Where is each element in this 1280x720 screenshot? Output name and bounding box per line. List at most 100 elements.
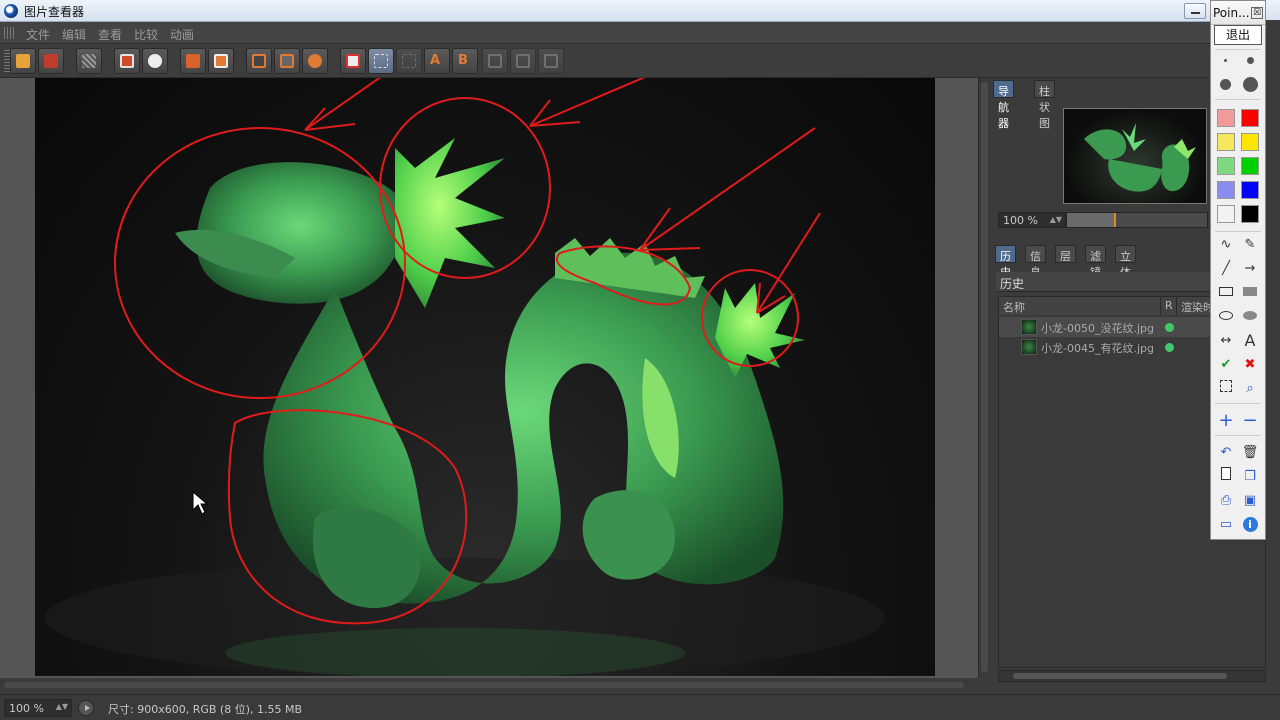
zoom-input[interactable]: 100 % ▲▼ [4,699,72,717]
layout-3-button[interactable] [538,48,564,74]
navigator-preview[interactable] [1063,108,1207,204]
render-region-button[interactable] [76,48,102,74]
color-swatch[interactable] [1241,181,1259,199]
color-swatch[interactable] [1217,181,1235,199]
rectangle-icon[interactable] [1215,283,1237,303]
image-viewport[interactable] [0,78,978,678]
panel-edge [1266,20,1280,694]
pen-size-m[interactable] [1215,75,1237,95]
spinner-icon[interactable]: ▲▼ [56,702,68,711]
tab-info[interactable]: 信息 [1025,245,1046,279]
scrollbar-thumb[interactable] [1013,673,1227,679]
color-swatch[interactable] [1217,157,1235,175]
b-to-button[interactable]: B [452,48,478,74]
paste-button[interactable] [208,48,234,74]
tab-stereo[interactable]: 立体 [1115,245,1136,279]
pen-size-l[interactable] [1239,75,1261,95]
arrow-icon[interactable]: → [1239,259,1261,279]
ab-icon [346,54,360,68]
column-name[interactable]: 名称 [999,297,1161,315]
eraser-icon[interactable]: ✎ [1239,235,1261,255]
viewer-vertical-scrollbar[interactable] [978,78,990,678]
save-button[interactable] [38,48,64,74]
new-page-icon[interactable] [1215,467,1237,487]
double-arrow-icon[interactable]: ↔ [1215,331,1237,351]
color-swatch[interactable] [1241,109,1259,127]
tab-history[interactable]: 历史 [995,245,1016,279]
navigator-zoom-slider[interactable] [1066,212,1208,228]
menu-file[interactable]: 文件 [26,26,50,43]
navigator-zoom-input[interactable]: 100 % ▲▼ [998,212,1066,228]
color-swatch[interactable] [1217,205,1235,223]
color-swatch[interactable] [1241,157,1259,175]
color-swatch[interactable] [1241,133,1259,151]
screen-icon[interactable]: ▭ [1215,515,1237,535]
minimize-button[interactable] [1184,3,1206,19]
layout-2-icon [516,54,530,68]
palette-titlebar[interactable]: Poin... ☒ [1211,1,1265,25]
tab-layers[interactable]: 层 [1055,245,1076,263]
close-icon[interactable]: ☒ [1251,7,1263,19]
filled-ellipse-icon[interactable] [1239,307,1261,327]
spinner-icon[interactable]: ▲▼ [1050,215,1062,224]
title-bar: 图片查看器 [0,0,1280,22]
pen-size-xs[interactable] [1215,51,1237,71]
dragon-illustration [45,78,885,676]
palette-title: Poin... [1213,6,1250,20]
plus-icon[interactable]: + [1215,411,1237,431]
color-swatch[interactable] [1217,109,1235,127]
check-icon[interactable]: ✔ [1215,355,1237,375]
layout-1-icon [488,54,502,68]
play-button[interactable] [78,700,94,716]
copy-icon[interactable]: ❐ [1239,467,1261,487]
divider [1215,49,1261,50]
history-horizontal-scrollbar[interactable] [998,670,1266,682]
status-dot [1165,343,1174,352]
layout-2-button[interactable] [510,48,536,74]
menu-view[interactable]: 查看 [98,26,122,43]
open-button[interactable] [10,48,36,74]
viewer-horizontal-scrollbar[interactable] [0,680,970,690]
menu-compare[interactable]: 比较 [134,26,158,43]
save-icon[interactable]: ▣ [1239,491,1261,511]
ab-alt-button[interactable] [396,48,422,74]
undo-icon[interactable]: ↶ [1215,443,1237,463]
view-split-button[interactable] [274,48,300,74]
person-button[interactable] [142,48,168,74]
scrollbar-thumb[interactable] [4,682,964,688]
view-single-button[interactable] [246,48,272,74]
cross-icon[interactable]: ✖ [1239,355,1261,375]
tab-filters[interactable]: 滤镜 [1085,245,1106,279]
magnifier-icon[interactable]: ⌕ [1239,379,1261,399]
select-region-icon[interactable] [1215,379,1237,399]
minus-icon[interactable]: − [1239,411,1261,431]
view-compare-icon [308,54,322,68]
trash-icon[interactable]: 🗑 [1239,443,1261,463]
info-icon[interactable]: i [1239,515,1261,535]
print-icon[interactable]: ⎙ [1215,491,1237,511]
menu-animation[interactable]: 动画 [170,26,194,43]
line-icon[interactable]: ╱ [1215,259,1237,279]
crop-button[interactable] [114,48,140,74]
divider [1215,403,1261,404]
exit-button[interactable]: 退出 [1214,25,1262,45]
color-swatch[interactable] [1241,205,1259,223]
menu-edit[interactable]: 编辑 [62,26,86,43]
a-to-button[interactable]: A [424,48,450,74]
color-swatch[interactable] [1217,133,1235,151]
copy-button[interactable] [180,48,206,74]
scrollbar-thumb[interactable] [981,82,988,672]
ab-button[interactable] [340,48,366,74]
filled-rectangle-icon[interactable] [1239,283,1261,303]
ellipse-icon[interactable] [1215,307,1237,327]
pen-size-s[interactable] [1239,51,1261,71]
text-icon[interactable]: A [1239,331,1261,351]
column-r[interactable]: R [1161,297,1177,315]
freehand-icon[interactable]: ∿ [1215,235,1237,255]
tab-histogram[interactable]: 柱状图 [1034,80,1055,130]
ab-active-button[interactable] [368,48,394,74]
tab-navigator[interactable]: 导航器 [993,80,1014,130]
layout-1-button[interactable] [482,48,508,74]
view-compare-button[interactable] [302,48,328,74]
toolbar: A B [0,44,1210,78]
